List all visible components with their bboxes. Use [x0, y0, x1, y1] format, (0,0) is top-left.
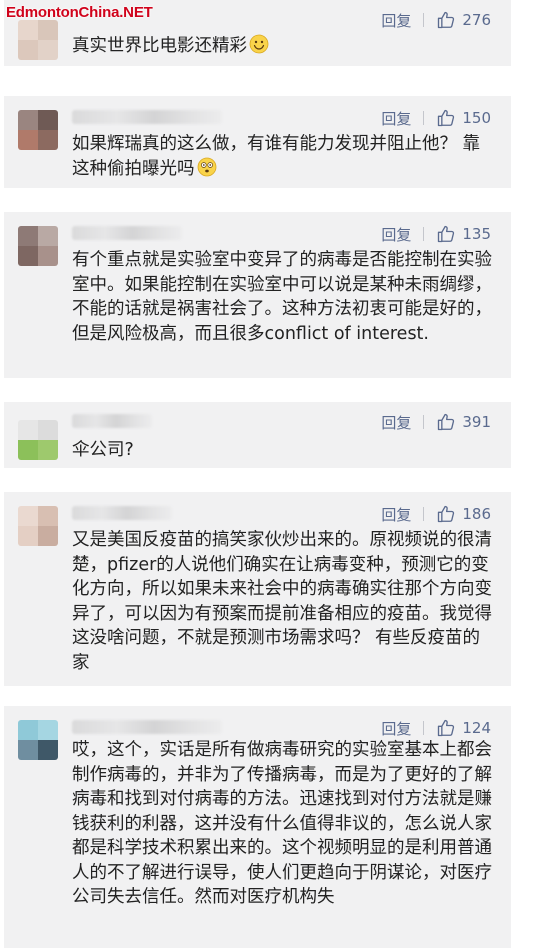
- username-blurred: [72, 506, 172, 520]
- comment-text: 真实世界比电影还精彩: [72, 34, 497, 59]
- like-count: 186: [462, 505, 491, 523]
- username-blurred: [72, 414, 152, 428]
- comment-card: 回复 186 又是美国反疫苗的搞笑家伙炒出来的。原视频说的很清楚，pfizer的…: [4, 492, 511, 686]
- thumbs-up-icon[interactable]: [436, 224, 456, 244]
- avatar[interactable]: [18, 226, 58, 266]
- reply-button[interactable]: 回复: [381, 224, 411, 245]
- comment-text: 又是美国反疫苗的搞笑家伙炒出来的。原视频说的很清楚，pfizer的人说他们确实在…: [72, 530, 492, 673]
- comment-card: 回复 150 如果辉瑞真的这么做，有谁有能力发现并阻止他？ 靠这种偷拍曝光吗: [4, 96, 511, 188]
- thumbs-up-icon[interactable]: [436, 504, 456, 524]
- reply-button[interactable]: 回复: [381, 412, 411, 433]
- thumbs-up-icon[interactable]: [436, 412, 456, 432]
- username-blurred: [72, 110, 222, 124]
- comment-text: 如果辉瑞真的这么做，有谁有能力发现并阻止他？ 靠这种偷拍曝光吗: [72, 132, 497, 181]
- like-count: 276: [462, 11, 491, 29]
- divider: [423, 507, 425, 521]
- watermark: EdmontonChina.NET: [6, 4, 153, 21]
- thumbs-up-icon[interactable]: [436, 108, 456, 128]
- surprised-emoji-icon: [197, 157, 216, 176]
- avatar[interactable]: [18, 506, 58, 546]
- divider: [423, 721, 425, 735]
- reply-button[interactable]: 回复: [381, 108, 411, 129]
- avatar[interactable]: [18, 720, 58, 760]
- comment-text: 哎，这个，实话是所有做病毒研究的实验室基本上都会制作病毒的，并非为了传播病毒，而…: [72, 740, 492, 907]
- reply-button[interactable]: 回复: [381, 718, 411, 739]
- comment-actions: 回复 150: [381, 106, 491, 130]
- reply-button[interactable]: 回复: [381, 504, 411, 525]
- thumbs-up-icon[interactable]: [436, 10, 456, 30]
- smile-emoji-icon: [249, 34, 269, 54]
- like-count: 124: [462, 719, 491, 737]
- comment-card: 回复 124 哎，这个，实话是所有做病毒研究的实验室基本上都会制作病毒的，并非为…: [4, 706, 511, 948]
- divider: [423, 227, 425, 241]
- thumbs-up-icon[interactable]: [436, 718, 456, 738]
- username-blurred: [72, 226, 182, 240]
- like-count: 150: [462, 109, 491, 127]
- comment-card: 回复 391 伞公司?: [4, 402, 511, 468]
- comment-actions: 回复 186: [381, 502, 491, 526]
- comment-actions: 回复 391: [381, 410, 491, 434]
- like-count: 135: [462, 225, 491, 243]
- divider: [423, 111, 425, 125]
- avatar[interactable]: [18, 20, 58, 60]
- reply-button[interactable]: 回复: [381, 10, 411, 31]
- avatar[interactable]: [18, 110, 58, 150]
- avatar[interactable]: [18, 420, 58, 460]
- comment-actions: 回复 276: [381, 8, 491, 32]
- comment-card: 回复 135 有个重点就是实验室中变异了的病毒是否能控制在实验室中。如果能控制在…: [4, 212, 511, 378]
- divider: [423, 13, 425, 27]
- comment-text: 有个重点就是实验室中变异了的病毒是否能控制在实验室中。如果能控制在实验室中可以说…: [72, 250, 492, 344]
- comment-text: 伞公司?: [72, 440, 134, 460]
- comment-body: 真实世界比电影还精彩: [72, 36, 247, 56]
- username-blurred: [72, 720, 222, 734]
- comment-body: 如果辉瑞真的这么做，有谁有能力发现并阻止他？ 靠这种偷拍曝光吗: [72, 134, 481, 179]
- like-count: 391: [462, 413, 491, 431]
- comment-actions: 回复 124: [381, 716, 491, 740]
- divider: [423, 415, 425, 429]
- comment-actions: 回复 135: [381, 222, 491, 246]
